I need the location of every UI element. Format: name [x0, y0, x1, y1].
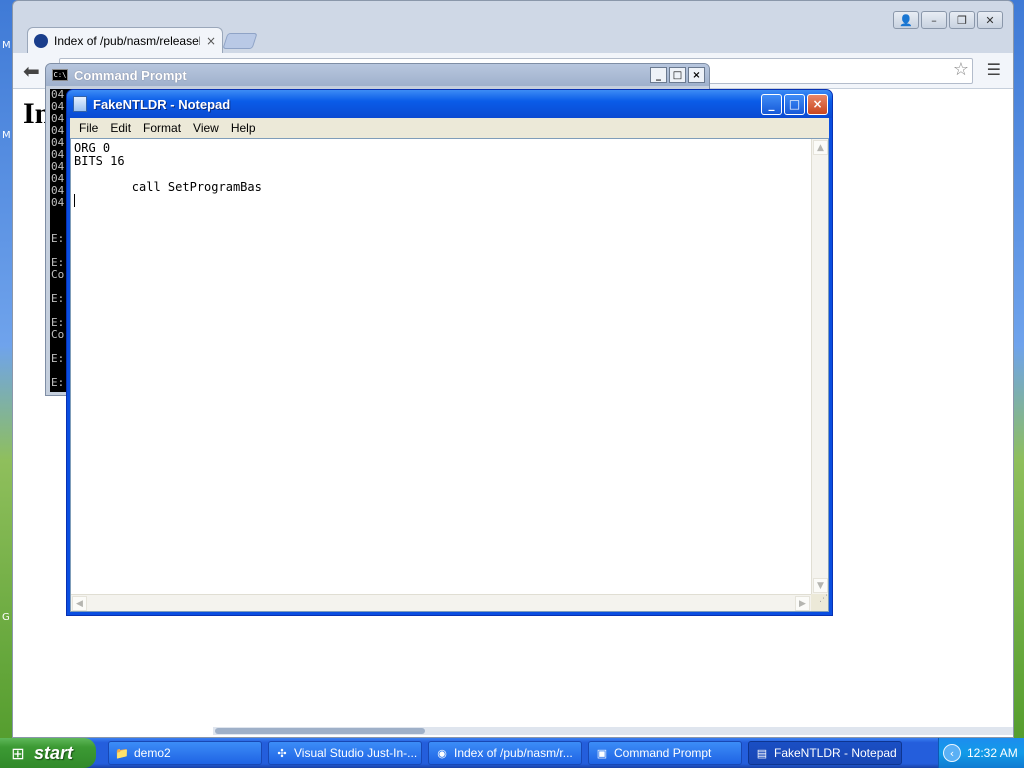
browser-minimize-button[interactable]: – [921, 11, 947, 29]
taskbar-item-command-prompt[interactable]: ▣ Command Prompt [588, 741, 742, 765]
page-scroll-thumb[interactable] [215, 728, 425, 734]
nasm-favicon-icon [34, 33, 48, 48]
browser-close-button[interactable]: ✕ [977, 11, 1003, 29]
cmd-window-controls: _ □ × [650, 67, 709, 83]
notepad-close-button[interactable]: × [807, 93, 828, 115]
notepad-icon: ▤ [756, 747, 768, 760]
new-tab-button[interactable] [222, 33, 258, 49]
notepad-window-controls: _ □ × [761, 93, 832, 115]
scroll-down-icon[interactable]: ▼ [813, 578, 828, 593]
taskbar-item-label: Index of /pub/nasm/r... [454, 746, 573, 760]
windows-flag-icon: ⊞ [11, 743, 25, 763]
cmd-window-icon: C:\ [52, 69, 68, 81]
notepad-vertical-scrollbar[interactable]: ▲ ▼ [811, 139, 828, 594]
tray-expand-icon[interactable]: ‹ [943, 744, 961, 762]
menu-view[interactable]: View [187, 121, 225, 135]
browser-restore-button[interactable]: ❐ [949, 11, 975, 29]
resize-grip-icon[interactable]: ⋰ [811, 594, 828, 611]
profile-icon[interactable]: 👤 [893, 11, 919, 29]
desktop-icon-label-2[interactable]: M [2, 130, 11, 141]
notepad-window[interactable]: FakeNTLDR - Notepad _ □ × File Edit Form… [66, 89, 833, 616]
back-arrow-icon[interactable]: ⬅ [23, 59, 40, 83]
notepad-window-icon [73, 96, 87, 112]
start-button[interactable]: ⊞ start [0, 738, 96, 768]
start-label: start [34, 742, 74, 763]
cmd-close-button[interactable]: × [688, 67, 705, 83]
notepad-title: FakeNTLDR - Notepad [93, 96, 231, 112]
scroll-up-icon[interactable]: ▲ [813, 140, 828, 155]
taskbar-item-label: Visual Studio Just-In-... [294, 746, 418, 760]
tab-close-icon[interactable]: × [206, 34, 216, 48]
cmd-maximize-button[interactable]: □ [669, 67, 686, 83]
taskbar-item-label: Command Prompt [614, 746, 712, 760]
menu-edit[interactable]: Edit [104, 121, 137, 135]
bookmark-star-icon[interactable]: ☆ [953, 59, 969, 80]
chrome-icon: ◉ [437, 747, 447, 760]
command-prompt-icon: ▣ [596, 747, 608, 760]
visual-studio-icon: ✣ [277, 747, 287, 760]
notepad-text[interactable]: ORG 0 BITS 16 call SetProgramBas [74, 141, 262, 194]
desktop-icon-label-1[interactable]: M [2, 40, 11, 51]
taskbar: ⊞ start 📁 demo2 ✣ Visual Studio Just-In-… [0, 738, 1024, 768]
scroll-left-icon[interactable]: ◀ [72, 596, 87, 611]
taskbar-item-chrome[interactable]: ◉ Index of /pub/nasm/r... [428, 741, 582, 765]
system-tray: ‹ 12:32 AM [938, 738, 1024, 768]
page-horizontal-scrollbar[interactable] [213, 727, 1013, 735]
notepad-maximize-button[interactable]: □ [784, 93, 805, 115]
chrome-menu-icon[interactable]: ☰ [987, 60, 1001, 79]
notepad-horizontal-scrollbar[interactable]: ◀ ▶ [71, 594, 811, 611]
notepad-minimize-button[interactable]: _ [761, 93, 782, 115]
taskbar-item-visual-studio[interactable]: ✣ Visual Studio Just-In-... [268, 741, 422, 765]
cmd-minimize-button[interactable]: _ [650, 67, 667, 83]
cmd-title: Command Prompt [74, 67, 187, 83]
taskbar-item-label: demo2 [134, 746, 171, 760]
menu-help[interactable]: Help [225, 121, 262, 135]
notepad-titlebar[interactable]: FakeNTLDR - Notepad _ □ × [67, 90, 832, 118]
cmd-titlebar[interactable]: C:\ Command Prompt _ □ × [46, 64, 709, 86]
menu-format[interactable]: Format [137, 121, 187, 135]
browser-tab[interactable]: Index of /pub/nasm/releasebuilds/ × [27, 27, 223, 53]
notepad-text-content[interactable]: ORG 0 BITS 16 call SetProgramBas [74, 142, 810, 593]
taskbar-item-demo2[interactable]: 📁 demo2 [108, 741, 262, 765]
browser-tab-title: Index of /pub/nasm/releasebuilds/ [54, 33, 200, 48]
notepad-menubar: File Edit Format View Help [70, 118, 829, 138]
text-caret [74, 194, 75, 207]
scroll-right-icon[interactable]: ▶ [795, 596, 810, 611]
folder-icon: 📁 [115, 747, 129, 760]
tray-clock[interactable]: 12:32 AM [967, 746, 1018, 760]
browser-window-controls: 👤 – ❐ ✕ [893, 11, 1003, 29]
taskbar-item-label: FakeNTLDR - Notepad [774, 746, 897, 760]
menu-file[interactable]: File [73, 121, 104, 135]
desktop-icon-label-3[interactable]: G [2, 612, 10, 623]
taskbar-item-notepad[interactable]: ▤ FakeNTLDR - Notepad [748, 741, 902, 765]
notepad-editor[interactable]: ORG 0 BITS 16 call SetProgramBas ▲ ▼ ◀ ▶… [70, 138, 829, 612]
